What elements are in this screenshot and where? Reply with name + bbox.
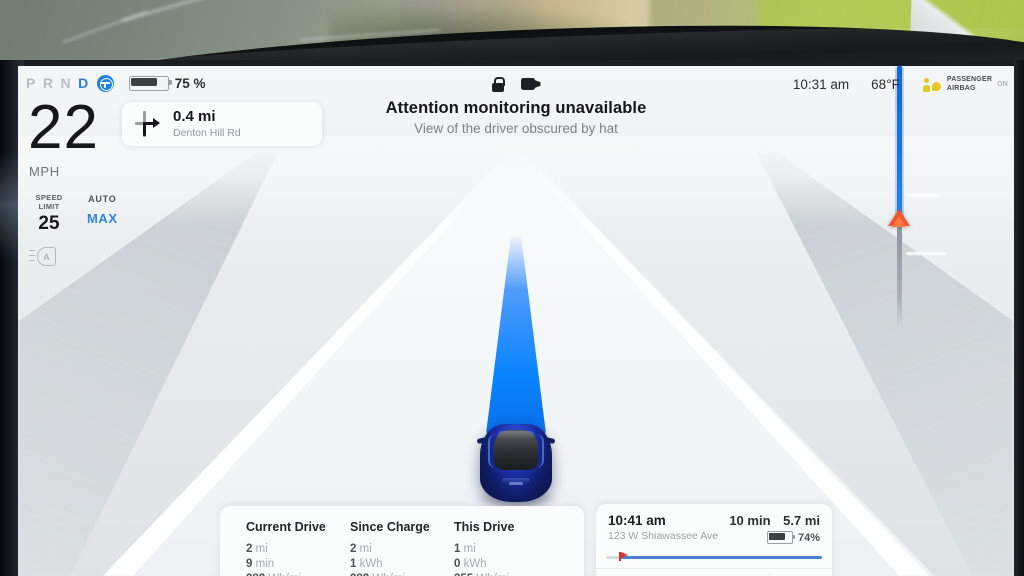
- navigation-trip-card[interactable]: 10:41 am 123 W Shiawassee Ave 10 min 5.7…: [596, 504, 832, 576]
- lock-icon: [491, 76, 506, 92]
- airbag-label-2: AIRBAG: [946, 84, 976, 92]
- route-progress-bar[interactable]: [606, 552, 822, 561]
- clock-label: 10:31 am: [792, 77, 850, 92]
- position-arrow-inner: [892, 216, 906, 227]
- trip-value: 0: [454, 558, 461, 570]
- tesla-instrument-cluster: P R N D 75 % 22 MPH SPEED LIMIT 25 AUTO …: [0, 0, 1024, 576]
- trip-column-header: Current Drive: [246, 520, 326, 534]
- roof-rail-right: [532, 434, 544, 468]
- trip-value: 1: [454, 543, 461, 555]
- nav-destination-block: 10:41 am 123 W Shiawassee Ave: [608, 513, 718, 544]
- duration-label: 10 min: [729, 513, 771, 528]
- vehicle-badge: [509, 482, 523, 485]
- instrument-screen: P R N D 75 % 22 MPH SPEED LIMIT 25 AUTO …: [18, 66, 1014, 576]
- trip-row: 1 kWh: [350, 557, 454, 572]
- trip-column: Current Drive 2 mi 9 min 282 Wh/mi: [246, 520, 350, 576]
- status-bar: 10:31 am 68°F PASSENGER AIRBAG ON: [793, 76, 1008, 93]
- trip-value: 1: [350, 558, 357, 570]
- trip-value: 2: [246, 543, 253, 555]
- speed-limit-caption-2: LIMIT: [38, 201, 60, 211]
- distance-label: 5.7 mi: [783, 513, 820, 528]
- trip-row: 355 Wh/mi: [454, 572, 558, 576]
- speed-limit-row: SPEED LIMIT 25 AUTO MAX: [29, 193, 206, 235]
- trip-unit: mi: [255, 543, 268, 555]
- arrival-battery-label: 74%: [797, 531, 820, 544]
- speed-limit-value: 25: [38, 213, 60, 234]
- airbag-label-1: PASSENGER: [946, 76, 993, 83]
- trip-row: 0 kWh: [454, 557, 558, 572]
- auto-max-label: MAX: [87, 211, 118, 226]
- temperature-label: 68°F: [871, 77, 900, 92]
- auto-speed-column[interactable]: AUTO MAX: [87, 194, 118, 226]
- passenger-airbag-icon: [922, 77, 942, 93]
- progress-fill: [618, 556, 822, 559]
- arrival-battery: 74%: [720, 531, 820, 544]
- turn-distance: 0.4 mi: [173, 108, 216, 125]
- trip-column: This Drive 1 mi 0 kWh 355 Wh/mi: [454, 520, 558, 576]
- trip-unit: mi: [359, 543, 372, 555]
- airbag-state-label: ON: [997, 81, 1008, 88]
- trip-columns: Current Drive 2 mi 9 min 282 Wh/mi Since…: [220, 520, 584, 576]
- ego-vehicle: [476, 418, 556, 504]
- eta-label: 10:41 am: [608, 513, 666, 528]
- trip-row: 1 mi: [454, 542, 558, 557]
- nav-duration-distance: 10 min 5.7 mi: [720, 513, 820, 528]
- arrival-battery-fill: [769, 533, 786, 540]
- nav-card-header: 10:41 am 123 W Shiawassee Ave 10 min 5.7…: [596, 504, 832, 544]
- trip-column-header: Since Charge: [350, 520, 430, 534]
- destination-label: 123 W Shiawassee Ave: [608, 530, 719, 542]
- trip-unit: kWh: [359, 558, 383, 570]
- trip-stats-card[interactable]: Current Drive 2 mi 9 min 282 Wh/mi Since…: [220, 506, 584, 576]
- turn-street-name: Denton Hill Rd: [173, 127, 241, 139]
- trip-unit: kWh: [463, 558, 487, 570]
- traveled-route-line: [897, 218, 902, 328]
- speed-unit-label: MPH: [29, 164, 60, 179]
- trip-row: 282 Wh/mi: [350, 572, 454, 576]
- trip-unit: mi: [463, 543, 476, 555]
- arrival-battery-icon: [766, 531, 795, 544]
- auto-label: AUTO: [88, 194, 117, 204]
- auto-headlight-icon: A: [29, 247, 56, 266]
- trip-row: 282 Wh/mi: [246, 572, 350, 576]
- trip-value: 2: [350, 543, 357, 555]
- roof-rail-left: [488, 434, 500, 468]
- speed-limit-sign[interactable]: SPEED LIMIT 25: [29, 193, 69, 235]
- trip-row: 2 mi: [246, 542, 350, 557]
- next-turn-card[interactable]: 0.4 mi Denton Hill Rd: [122, 102, 322, 146]
- trip-column-header: This Drive: [454, 520, 515, 534]
- dashcam-icon: [520, 78, 541, 90]
- trip-row: 2 mi: [350, 542, 454, 557]
- trip-value: 9: [246, 558, 253, 570]
- trip-row: 9 min: [246, 557, 350, 572]
- passenger-airbag-indicator: PASSENGER AIRBAG ON: [922, 76, 1008, 93]
- trip-column: Since Charge 2 mi 1 kWh 282 Wh/mi: [350, 520, 454, 576]
- trip-unit: min: [255, 558, 275, 570]
- nav-metrics: 10 min 5.7 mi 74%: [720, 513, 820, 544]
- nav-actions-row: End Trip •••: [596, 568, 832, 576]
- dash-right-bezel: [1014, 60, 1024, 576]
- cross-street: [906, 252, 946, 255]
- glass-highlight: [497, 431, 535, 440]
- cross-street: [906, 194, 940, 197]
- turn-right-icon: [134, 110, 162, 138]
